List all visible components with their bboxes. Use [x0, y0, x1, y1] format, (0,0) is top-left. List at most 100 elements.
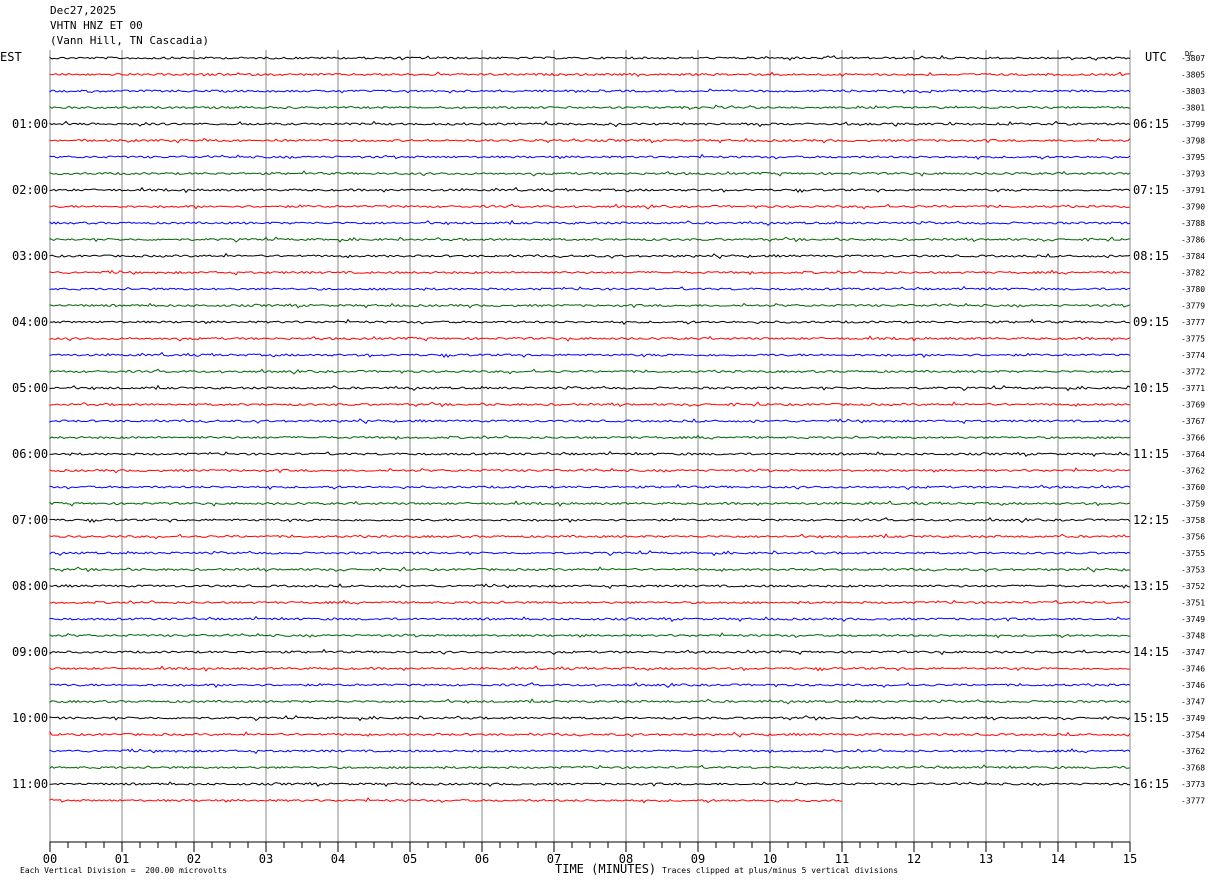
- x-tick-label: 10: [763, 852, 777, 866]
- dc-offset-label: -3786: [1181, 236, 1205, 245]
- dc-offset-label: -3747: [1181, 698, 1205, 707]
- trace-row-9: [49, 203, 1131, 210]
- dc-offset-label: -3784: [1181, 252, 1205, 261]
- utc-hour-label: 14:15: [1133, 645, 1169, 659]
- trace-row-5: [49, 137, 1131, 144]
- x-tick-label: 05: [403, 852, 417, 866]
- clip-note: Traces clipped at plus/minus 5 vertical …: [662, 866, 899, 875]
- dc-offset-label: -3775: [1181, 335, 1205, 344]
- dc-offset-label: -3805: [1181, 71, 1205, 80]
- trace-row-18: [49, 351, 1131, 359]
- trace-row-23: [49, 434, 1131, 441]
- x-tick-label: 14: [1051, 852, 1065, 866]
- trace-row-31: [49, 566, 1131, 573]
- est-hour-label: 08:00: [12, 579, 48, 593]
- dc-offset-label: -3753: [1181, 566, 1205, 575]
- trace-row-30: [49, 549, 1131, 557]
- trace-row-19: [49, 368, 1131, 375]
- utc-hour-labels: 06:15 07:15 08:15 09:15 10:15 11:15 12:15 13:15…: [1133, 117, 1169, 791]
- dc-offset-label: -3768: [1181, 764, 1205, 773]
- est-hour-label: 07:00: [12, 513, 48, 527]
- dc-offset-label: -3799: [1181, 120, 1205, 129]
- dc-offset-label: -3749: [1181, 714, 1205, 723]
- trace-row-21: [49, 401, 1130, 408]
- est-hour-label: 06:00: [12, 447, 48, 461]
- trace-row-3: [49, 104, 1131, 111]
- dc-offset-label: -3779: [1181, 302, 1205, 311]
- dc-offset-label: -3762: [1181, 747, 1205, 756]
- dc-offset-label: -3769: [1181, 401, 1205, 410]
- x-tick-label: 13: [979, 852, 993, 866]
- trace-row-36: [49, 648, 1131, 656]
- dc-offset-label: -3755: [1181, 549, 1205, 558]
- est-hour-label: 01:00: [12, 117, 48, 131]
- dc-offset-label: -3801: [1181, 104, 1205, 113]
- trace-row-12: [49, 252, 1131, 260]
- trace-row-39: [49, 698, 1131, 705]
- utc-hour-label: 11:15: [1133, 447, 1169, 461]
- est-hour-label: 10:00: [12, 711, 48, 725]
- trace-row-43: [49, 764, 1131, 770]
- dc-offset-label: -3748: [1181, 632, 1205, 641]
- utc-hour-label: 10:15: [1133, 381, 1169, 395]
- trace-row-34: [49, 615, 1131, 623]
- est-hour-label: 02:00: [12, 183, 48, 197]
- trace-row-32: [49, 583, 1131, 590]
- dc-offset-label: -3746: [1181, 681, 1205, 690]
- trace-row-24: [49, 450, 1131, 458]
- dc-offset-label: -3771: [1181, 384, 1205, 393]
- utc-hour-label: 13:15: [1133, 579, 1169, 593]
- trace-row-0: [49, 54, 1131, 61]
- est-hour-label: 03:00: [12, 249, 48, 263]
- trace-row-35: [49, 632, 1131, 639]
- trace-row-33: [49, 599, 1131, 605]
- est-hour-labels: 01:00 02:00 03:00 04:00 05:00 06:00 07:00 08:00…: [12, 117, 48, 791]
- x-tick-label: 02: [187, 852, 201, 866]
- utc-hour-label: 06:15: [1133, 117, 1169, 131]
- trace-row-11: [49, 236, 1131, 243]
- dc-offset-label: -3754: [1181, 731, 1205, 740]
- trace-row-20: [49, 384, 1131, 392]
- trace-row-14: [49, 285, 1131, 291]
- dc-offset-label: -3807: [1181, 54, 1205, 63]
- dc-offset-label: -3760: [1181, 483, 1205, 492]
- trace-row-7: [49, 170, 1131, 177]
- utc-hour-label: 15:15: [1133, 711, 1169, 725]
- seismogram-chart: 00 01 02 03 04 05 06 07 08 09 10 11 12 13 14 15 01:0002…: [12, 50, 1205, 866]
- x-tick-label: 15: [1123, 852, 1137, 866]
- trace-row-40: [49, 714, 1131, 722]
- trace-row-29: [49, 533, 1131, 540]
- dc-offset-label: -3766: [1181, 434, 1205, 443]
- dc-offset-label: -3756: [1181, 533, 1205, 542]
- dc-offset-label: -3749: [1181, 615, 1205, 624]
- trace-rows: [49, 54, 1131, 804]
- trace-row-27: [49, 500, 1131, 507]
- dc-offset-label: -3747: [1181, 648, 1205, 657]
- x-axis-title: TIME (MINUTES): [555, 862, 657, 876]
- x-tick-label: 06: [475, 852, 489, 866]
- dc-offset-label: -3777: [1181, 797, 1205, 806]
- trace-row-16: [49, 318, 1131, 325]
- grid-lines: [49, 50, 1131, 842]
- dc-offset-label: -3758: [1181, 516, 1205, 525]
- x-tick-label: 03: [259, 852, 273, 866]
- dc-offset-label: -3793: [1181, 170, 1205, 179]
- dc-offset-label: -3774: [1181, 351, 1205, 360]
- dc-offset-label: -3798: [1181, 137, 1205, 146]
- trace-row-8: [49, 186, 1131, 194]
- trace-row-42: [49, 748, 1131, 755]
- dc-offset-label: -3777: [1181, 318, 1205, 327]
- utc-hour-label: 12:15: [1133, 513, 1169, 527]
- est-hour-label: 04:00: [12, 315, 48, 329]
- dc-offset-labels: -3807 -3805 -3803 -3801 -3799 -3798 -3795 -3793…: [1181, 54, 1205, 806]
- trace-row-45: [49, 797, 843, 804]
- dc-offset-label: -3780: [1181, 285, 1205, 294]
- trace-row-37: [49, 665, 1131, 672]
- trace-row-15: [49, 302, 1131, 309]
- trace-row-17: [49, 335, 1131, 342]
- trace-row-26: [49, 483, 1131, 491]
- trace-row-2: [49, 88, 1131, 94]
- x-tick-label: 00: [43, 852, 57, 866]
- trace-row-1: [49, 71, 1131, 78]
- dc-offset-label: -3752: [1181, 582, 1205, 591]
